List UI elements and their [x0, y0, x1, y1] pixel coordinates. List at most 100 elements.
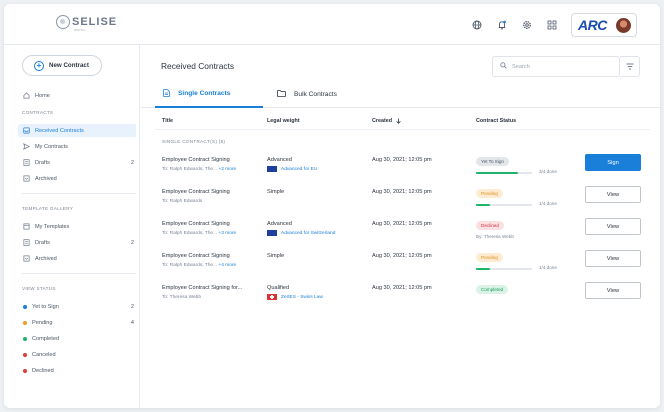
user-avatar[interactable]	[616, 18, 631, 33]
tab-bulk-contracts[interactable]: Bulk Contracts	[277, 81, 337, 108]
inbox-icon	[22, 127, 30, 135]
apps-grid-icon[interactable]	[545, 18, 559, 32]
table-row[interactable]: Employee Contract Signing To: Ralph Edwa…	[141, 249, 660, 281]
status-badge: Yet To Sign	[476, 157, 509, 166]
signing-progress-text: 1/4 done	[539, 265, 557, 270]
sidebar-item-label: My Contracts	[35, 143, 68, 150]
status-dot	[23, 336, 27, 341]
search-input[interactable]: Search	[492, 56, 620, 77]
status-section-heading: VIEW STATUS	[22, 286, 56, 291]
status-count: 4	[130, 319, 134, 326]
created-date: Aug 30, 2021; 12:05 pm	[372, 157, 432, 163]
sign-button[interactable]: Sign	[585, 154, 641, 171]
status-dot	[23, 304, 27, 309]
more-recipients-link[interactable]: +4 more	[218, 263, 236, 268]
signing-progress-fill	[476, 172, 518, 174]
view-button[interactable]: View	[585, 250, 641, 267]
status-badge: Declined	[476, 221, 504, 230]
status-badge: Completed	[476, 285, 509, 294]
view-button[interactable]: View	[585, 186, 641, 203]
status-filter-canceled[interactable]: Canceled	[22, 348, 134, 361]
view-button[interactable]: View	[585, 282, 641, 299]
status-filter-yet-to-sign[interactable]: Yet to Sign 2	[22, 300, 134, 313]
recipients-text: To: Theresa Webb	[162, 295, 202, 300]
filter-button[interactable]	[620, 56, 640, 77]
contracts-section-heading: CONTRACTS	[22, 110, 54, 115]
legal-region-label[interactable]: Advanced for Switzerland	[281, 231, 335, 236]
column-header-created-label: Created	[372, 118, 393, 124]
sidebar-item-template-drafts[interactable]: Drafts 2	[22, 236, 134, 249]
send-icon	[22, 143, 30, 151]
created-date: Aug 30, 2021; 12:05 pm	[372, 253, 432, 259]
created-date: Aug 30, 2021; 12:05 pm	[372, 285, 432, 291]
declined-by-text: By: Theresa Webb	[476, 234, 514, 239]
organization-switcher[interactable]: ARC	[571, 13, 637, 37]
archive-icon	[22, 255, 30, 263]
logo-subtext: DIGITAL	[74, 28, 86, 32]
signing-progress-text: 3/4 done	[539, 169, 557, 174]
status-label: Declined	[32, 367, 54, 374]
search-icon	[500, 62, 507, 71]
view-button[interactable]: View	[585, 218, 641, 235]
sidebar-item-label: Archived	[35, 175, 57, 182]
legal-weight: Simple	[267, 189, 285, 195]
recipients-text: To: Ralph Edwards	[162, 199, 203, 204]
new-contract-label: New Contract	[49, 62, 89, 69]
table-row[interactable]: Employee Contract Signing for... To: The…	[141, 281, 660, 313]
main-content: Received Contracts Search Single Contrac…	[141, 45, 660, 408]
new-contract-button[interactable]: + New Contract	[22, 55, 102, 76]
sidebar-item-my-templates[interactable]: My Templates	[22, 220, 134, 233]
gear-icon[interactable]	[520, 18, 534, 32]
column-header-created[interactable]: Created	[372, 118, 401, 124]
status-dot	[23, 368, 27, 373]
contract-title: Employee Contract Signing	[162, 157, 230, 163]
signing-progress-bar	[476, 204, 532, 206]
group-heading: SINGLE CONTRACT(S) (5)	[162, 139, 226, 144]
status-label: Yet to Sign	[32, 303, 59, 310]
sidebar-item-label: My Templates	[35, 223, 70, 230]
sidebar-divider	[22, 273, 136, 274]
archive-icon	[22, 175, 30, 183]
more-recipients-link[interactable]: +3 more	[218, 231, 236, 236]
table-row[interactable]: Employee Contract Signing To: Ralph Edwa…	[141, 217, 660, 249]
more-recipients-link[interactable]: +2 more	[218, 167, 236, 172]
signing-progress-fill	[476, 204, 490, 206]
sidebar-item-template-archived[interactable]: Archived	[22, 252, 134, 265]
legal-weight: Simple	[267, 253, 285, 259]
eu-flag-icon	[267, 166, 277, 172]
sidebar-item-home[interactable]: Home	[22, 89, 134, 102]
sidebar-item-archived[interactable]: Archived	[22, 172, 134, 185]
logo-mark-icon	[56, 15, 70, 29]
sidebar-item-received-contracts[interactable]: Received Contracts	[18, 124, 136, 137]
contract-title: Employee Contract Signing for...	[162, 285, 243, 291]
table-row[interactable]: Employee Contract Signing To: Ralph Edwa…	[141, 153, 660, 185]
sidebar-item-label: Received Contracts	[35, 127, 84, 134]
draft-icon	[22, 159, 30, 167]
selise-logo[interactable]: SELISE DIGITAL	[56, 15, 118, 32]
legal-region-label[interactable]: Advanced for EU	[281, 167, 317, 172]
template-drafts-count: 2	[130, 239, 134, 246]
sidebar-item-label: Drafts	[35, 239, 50, 246]
legal-region: Advanced for Switzerland	[267, 230, 335, 236]
document-icon	[163, 88, 170, 99]
column-header-contract-status[interactable]: Contract Status	[476, 118, 516, 124]
logo-text: SELISE	[72, 16, 118, 28]
bell-icon[interactable]	[495, 18, 509, 32]
contract-recipients: To: Ralph Edwards, The... +4 more	[162, 263, 236, 268]
eu-flag-icon	[267, 230, 277, 236]
column-header-legal-weight[interactable]: Legal weight	[267, 118, 300, 124]
status-filter-declined[interactable]: Declined	[22, 364, 134, 377]
legal-region-label[interactable]: ZertES - Swiss Law	[281, 295, 323, 300]
status-filter-pending[interactable]: Pending 4	[22, 316, 134, 329]
sidebar-item-drafts[interactable]: Drafts 2	[22, 156, 134, 169]
tab-single-contracts[interactable]: Single Contracts	[155, 81, 263, 108]
contract-title: Employee Contract Signing	[162, 253, 230, 259]
tab-label: Bulk Contracts	[294, 91, 337, 98]
tab-label: Single Contracts	[178, 90, 231, 97]
sidebar-item-my-contracts[interactable]: My Contracts	[22, 140, 134, 153]
status-filter-completed[interactable]: Completed	[22, 332, 134, 345]
column-header-title[interactable]: Title	[162, 118, 173, 124]
globe-icon[interactable]	[470, 18, 484, 32]
table-row[interactable]: Employee Contract Signing To: Ralph Edwa…	[141, 185, 660, 217]
status-label: Completed	[32, 335, 60, 342]
